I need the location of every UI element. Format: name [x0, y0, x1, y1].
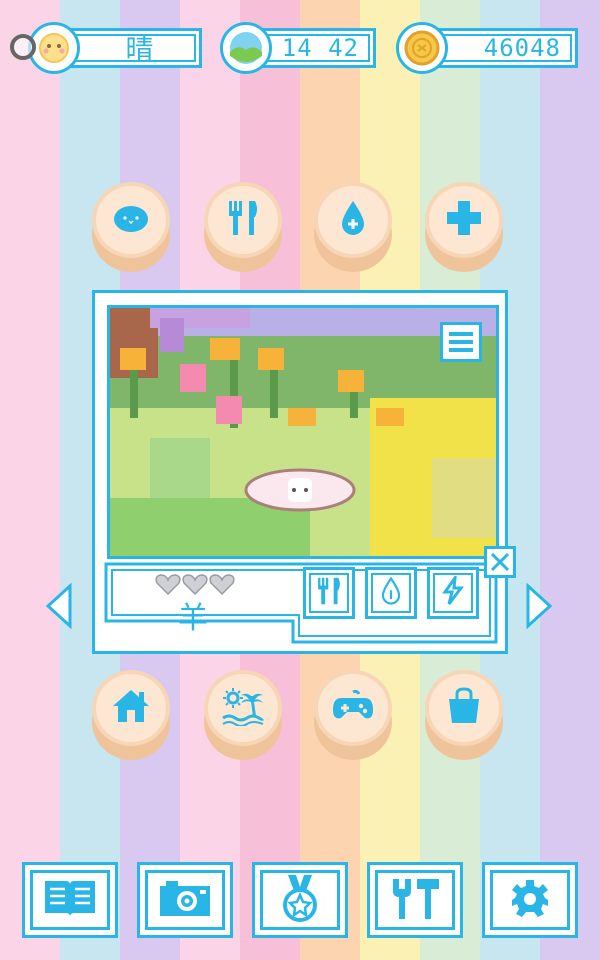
- water-drop-icon: [338, 199, 368, 241]
- loading-spinner-icon: [10, 34, 36, 60]
- slime-icon: [112, 203, 150, 237]
- menu-icon[interactable]: [440, 322, 482, 362]
- next-arrow-icon[interactable]: [524, 582, 554, 630]
- landscape-icon: [220, 22, 272, 74]
- feed-button[interactable]: [204, 182, 282, 274]
- pet-button[interactable]: [92, 182, 170, 274]
- water-drop-icon: [380, 576, 402, 610]
- shop-button[interactable]: [425, 670, 503, 762]
- heart-icon: [155, 573, 181, 599]
- game-button[interactable]: [314, 670, 392, 762]
- coins-label: 46048: [426, 28, 578, 68]
- lightning-icon: [441, 572, 465, 610]
- hearts-meter: [155, 573, 235, 599]
- heart-icon: [182, 573, 208, 599]
- background-stripe: [540, 0, 600, 960]
- outing-button[interactable]: [204, 670, 282, 762]
- time-pill: 14 42: [220, 22, 376, 74]
- pet-status-bar: 羊: [103, 561, 499, 645]
- heal-button[interactable]: [425, 182, 503, 274]
- medal-button[interactable]: [252, 862, 348, 938]
- home-button[interactable]: [92, 670, 170, 762]
- pet-card: 羊: [92, 290, 516, 654]
- weather-pill: 晴: [28, 22, 202, 74]
- shopping-bag-icon: [446, 687, 482, 729]
- gamepad-icon: [331, 688, 375, 728]
- thirst-stat[interactable]: [365, 567, 417, 619]
- beach-icon: [221, 686, 265, 730]
- tools-icon: [389, 875, 441, 925]
- energy-stat[interactable]: [427, 567, 479, 619]
- fork-knife-icon: [225, 199, 261, 241]
- medal-icon: [280, 873, 320, 927]
- heart-icon: [209, 573, 235, 599]
- settings-button[interactable]: [482, 862, 578, 938]
- fork-knife-icon: [315, 576, 343, 610]
- coin-icon: [396, 22, 448, 74]
- pet-name: 羊: [178, 601, 208, 636]
- prev-arrow-icon[interactable]: [44, 582, 74, 630]
- hunger-stat[interactable]: [303, 567, 355, 619]
- gear-icon: [510, 878, 550, 922]
- background-stripe: [0, 0, 60, 960]
- garden-scene[interactable]: [107, 305, 499, 559]
- house-icon: [111, 688, 151, 728]
- book-icon: [41, 877, 99, 923]
- coins-pill: 46048: [396, 22, 578, 74]
- book-button[interactable]: [22, 862, 118, 938]
- camera-icon: [158, 878, 212, 922]
- water-button[interactable]: [314, 182, 392, 274]
- tools-button[interactable]: [367, 862, 463, 938]
- close-icon[interactable]: [484, 546, 516, 578]
- camera-button[interactable]: [137, 862, 233, 938]
- plus-icon: [445, 199, 483, 241]
